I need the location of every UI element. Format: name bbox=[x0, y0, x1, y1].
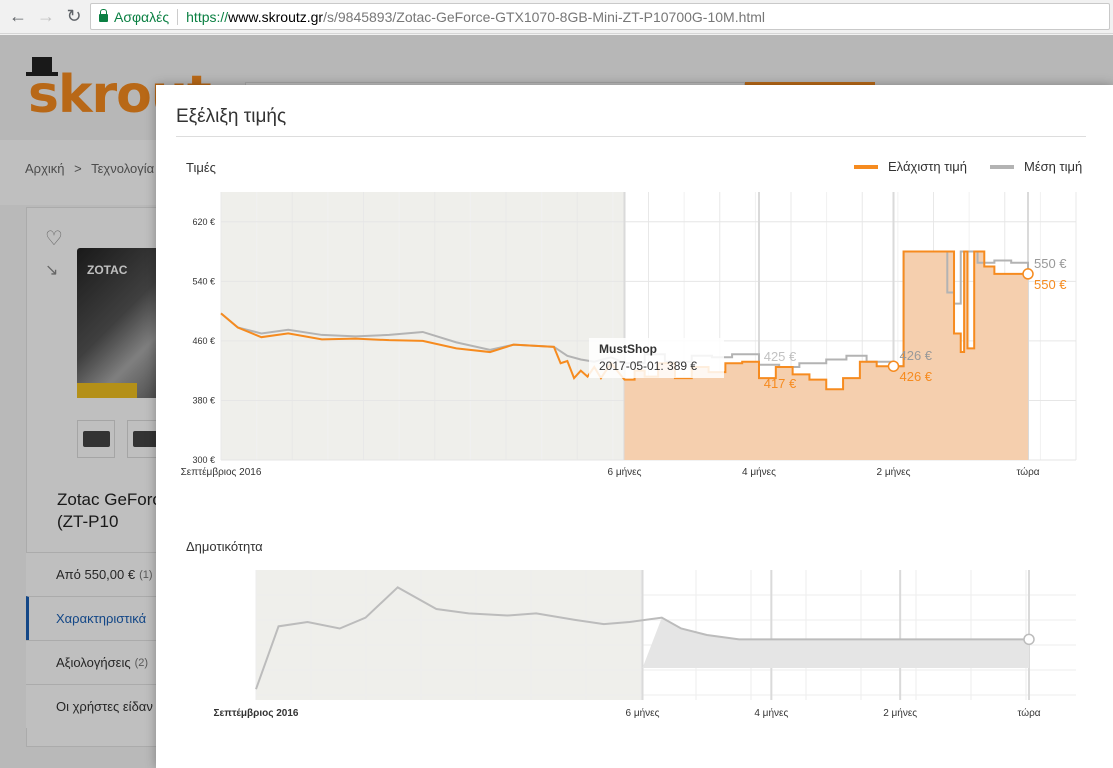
forward-icon[interactable]: → bbox=[32, 3, 60, 31]
marker-2-months bbox=[887, 360, 900, 372]
y-tick-label: 620 € bbox=[192, 217, 215, 227]
legend-avg-price[interactable]: Μέση τιμή bbox=[990, 159, 1082, 174]
legend-min-label: Ελάχιστη τιμή bbox=[888, 159, 967, 174]
min-price-value-label: 417 € bbox=[764, 376, 797, 391]
x-tick-label: 2 μήνες bbox=[877, 466, 911, 478]
tooltip-shop: MustShop bbox=[599, 342, 657, 356]
url-path: /s/9845893/Zotac-GeForce-GTX1070-8GB-Min… bbox=[323, 8, 766, 25]
y-tick-label: 460 € bbox=[192, 336, 215, 346]
y-tick-label: 540 € bbox=[192, 276, 215, 286]
min-price-value-label: 550 € bbox=[1034, 277, 1067, 292]
y-tick-label: 300 € bbox=[192, 455, 215, 465]
y-tick-label: 380 € bbox=[192, 395, 215, 405]
url-host: www.skroutz.gr bbox=[228, 8, 324, 25]
x-tick-label: 4 μήνες bbox=[754, 707, 788, 719]
price-history-modal: Εξέλιξη τιμής Τιμές Ελάχιστη τιμή Μέση τ… bbox=[156, 85, 1113, 768]
x-tick-label: Σεπτέμβριος 2016 bbox=[214, 708, 299, 719]
legend-avg-label: Μέση τιμή bbox=[1024, 159, 1083, 174]
browser-toolbar: ← → ↻ Ασφαλές https://www.skroutz.gr/s/9… bbox=[0, 0, 1113, 34]
popularity-section-label: Δημοτικότητα bbox=[186, 539, 263, 554]
x-tick-label: 2 μήνες bbox=[883, 707, 917, 719]
popularity-marker-now bbox=[1023, 633, 1035, 646]
omnibox-divider bbox=[177, 8, 179, 25]
modal-title: Εξέλιξη τιμής bbox=[176, 106, 287, 127]
x-tick-label: τώρα bbox=[1016, 466, 1039, 478]
reload-icon[interactable]: ↻ bbox=[60, 3, 88, 31]
modal-divider bbox=[176, 136, 1086, 137]
legend-min-price[interactable]: Ελάχιστη τιμή bbox=[854, 159, 967, 174]
x-tick-label: 6 μήνες bbox=[608, 466, 642, 478]
marker-now bbox=[1022, 268, 1034, 280]
price-history-chart[interactable]: 620 € 540 € 460 € 380 € 300 €Σεπτέμβριος 201… bbox=[156, 180, 1086, 500]
avg-price-value-label: 425 € bbox=[764, 349, 797, 364]
x-tick-label: τώρα bbox=[1017, 707, 1040, 719]
tooltip-value: 2017-05-01: 389 € bbox=[599, 359, 697, 373]
history-region bbox=[256, 570, 643, 700]
lock-icon bbox=[99, 9, 108, 22]
x-tick-label: 4 μήνες bbox=[742, 466, 776, 478]
legend-min-swatch bbox=[854, 164, 878, 169]
avg-price-value-label: 550 € bbox=[1034, 256, 1067, 271]
prices-section-label: Τιμές bbox=[186, 160, 216, 175]
popularity-chart[interactable]: Σεπτέμβριος 2016 6 μήνες 4 μήνες 2 μήνες τώρ… bbox=[156, 565, 1086, 725]
min-price-value-label: 426 € bbox=[900, 369, 933, 384]
legend-avg-swatch bbox=[990, 164, 1014, 169]
x-tick-label: Σεπτέμβριος 2016 bbox=[181, 466, 262, 478]
x-tick-label: 6 μήνες bbox=[626, 707, 660, 719]
secure-label: Ασφαλές bbox=[114, 8, 170, 25]
address-bar[interactable]: Ασφαλές https://www.skroutz.gr/s/9845893… bbox=[90, 3, 1110, 30]
history-region bbox=[221, 192, 625, 460]
url-scheme: https:// bbox=[186, 8, 229, 25]
secure-indicator[interactable]: Ασφαλές bbox=[99, 9, 169, 25]
avg-price-value-label: 426 € bbox=[900, 348, 933, 363]
back-icon[interactable]: ← bbox=[4, 3, 32, 31]
